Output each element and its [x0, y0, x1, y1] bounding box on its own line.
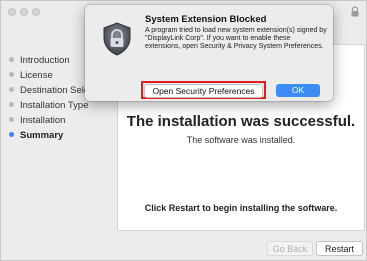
open-security-preferences-button[interactable]: Open Security Preferences [141, 81, 266, 99]
dialog-title: System Extension Blocked [145, 14, 267, 25]
sidebar-item-summary: Summary [9, 130, 63, 141]
go-back-button[interactable]: Go Back [267, 241, 313, 256]
zoom-window-button[interactable] [32, 8, 40, 16]
success-heading: The installation was successful. [126, 113, 356, 130]
restart-button[interactable]: Restart [316, 241, 363, 256]
minimize-window-button[interactable] [20, 8, 28, 16]
sidebar-item-destination-select: Destination Sele [9, 85, 89, 96]
step-dot-icon [9, 101, 14, 107]
step-dot-icon [9, 116, 14, 122]
lock-icon [351, 6, 359, 17]
ok-button[interactable]: OK [276, 84, 320, 97]
sidebar-item-introduction: Introduction [9, 55, 70, 66]
dialog-message: A program tried to load new system exten… [145, 27, 327, 51]
step-dot-active-icon [9, 131, 14, 137]
step-dot-icon [9, 86, 14, 92]
open-security-preferences-label: Open Security Preferences [144, 84, 263, 98]
sidebar-item-installation: Installation [9, 115, 65, 126]
success-subtext: The software was installed. [186, 135, 296, 145]
security-shield-icon [103, 22, 131, 56]
step-dot-icon [9, 56, 14, 62]
sidebar-item-installation-type: Installation Type [9, 100, 88, 111]
restart-instruction: Click Restart to begin installing the so… [144, 203, 338, 213]
step-dot-icon [9, 71, 14, 77]
close-window-button[interactable] [8, 8, 16, 16]
system-extension-blocked-dialog: System Extension Blocked A program tried… [85, 5, 333, 101]
sidebar-item-license: License [9, 70, 53, 81]
